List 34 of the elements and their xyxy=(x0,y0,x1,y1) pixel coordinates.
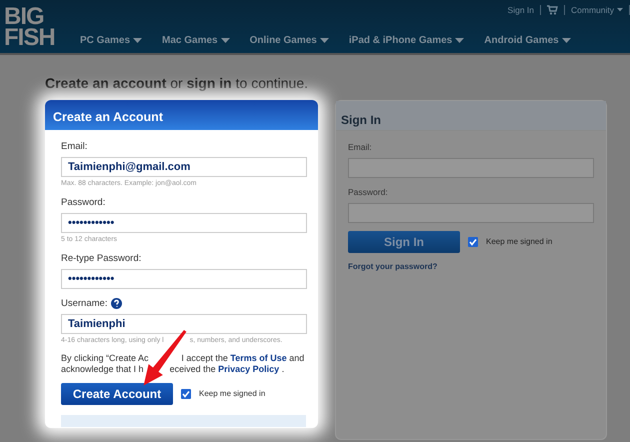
nav-menu[interactable]: Online Games xyxy=(240,33,339,48)
input-field[interactable]: Taimienphi@gmail.com xyxy=(61,157,307,178)
input-field[interactable]: Taimienphi xyxy=(61,314,307,334)
input-field[interactable]: •••••••••••• xyxy=(61,213,307,233)
field-label: Password: xyxy=(61,196,106,210)
create-account-button[interactable]: Create Account xyxy=(61,382,173,404)
card-title: Sign In xyxy=(336,101,606,131)
consent-text: . xyxy=(282,364,284,374)
community-menu[interactable]: Community xyxy=(571,4,623,17)
policy-link[interactable]: Privacy Policy xyxy=(218,364,280,374)
checkbox-label: Keep me signed in xyxy=(199,388,266,400)
page-heading: Create an account or sign in to continue. xyxy=(45,74,310,93)
card-title: Create an Account xyxy=(45,100,318,130)
consent-text: By clicking “Create Ac xyxy=(61,352,149,362)
field-label: Username: xyxy=(61,296,108,311)
consent-text: eceived the xyxy=(170,364,216,374)
consent-text: acknowledge that I h xyxy=(61,364,144,374)
forgot-password-link[interactable]: Forgot your password? xyxy=(348,260,438,272)
checkbox-label: Keep me signed in xyxy=(486,236,552,248)
logo[interactable]: BIG FISH xyxy=(0,0,70,48)
nav-menu[interactable]: PC Games xyxy=(70,33,152,48)
consent-text: and xyxy=(289,352,304,362)
field-label: Re-type Password: xyxy=(61,252,142,266)
field-label: Password: xyxy=(348,186,389,198)
field-label: Email: xyxy=(348,141,373,154)
nav-menu[interactable]: Android Games xyxy=(474,33,581,48)
consent-text: I accept the xyxy=(181,352,228,362)
sign-in-button[interactable]: Sign In xyxy=(348,230,460,252)
field-label: Email: xyxy=(61,140,88,154)
input-field[interactable]: •••••••••••• xyxy=(61,268,307,289)
sign-in-link[interactable]: Sign In xyxy=(508,4,534,17)
nav-menu[interactable]: Mac Games xyxy=(152,33,240,48)
nav-menu[interactable]: iPad & iPhone Games xyxy=(338,33,474,48)
policy-link[interactable]: Terms of Use xyxy=(230,352,287,362)
